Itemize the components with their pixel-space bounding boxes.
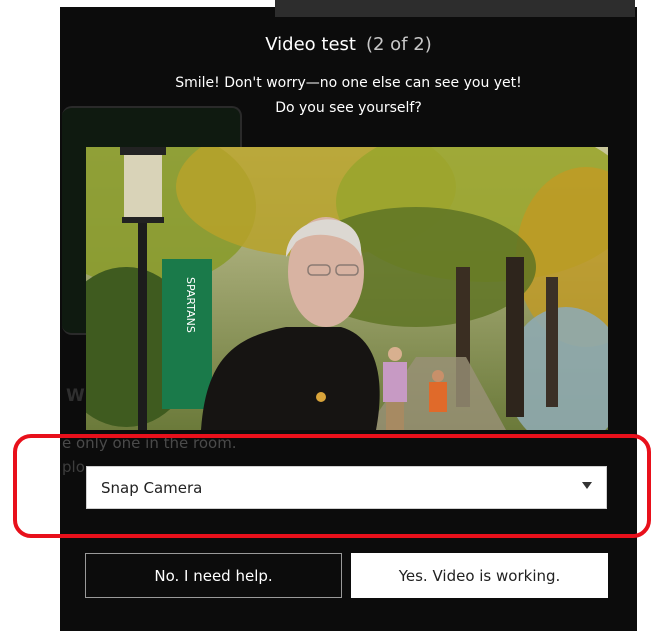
video-working-button[interactable]: Yes. Video is working. [351, 553, 608, 598]
background-text: e only one in the room. [62, 434, 237, 452]
need-help-button[interactable]: No. I need help. [85, 553, 342, 598]
dialog-question: Do you see yourself? [275, 100, 422, 116]
video-frame: SPARTANS [86, 147, 608, 430]
dialog-title: Video test (2 of 2) [60, 34, 637, 55]
camera-select-value: Snap Camera [101, 478, 203, 497]
banner-text: SPARTANS [184, 277, 197, 333]
step-counter: (2 of 2) [365, 34, 432, 55]
camera-select[interactable]: Snap Camera [86, 466, 607, 509]
background-text: plo [62, 458, 85, 476]
background-heading: W [66, 386, 85, 406]
chevron-down-icon[interactable] [582, 482, 592, 489]
top-bar [275, 0, 635, 17]
video-preview: SPARTANS [86, 147, 608, 430]
dialog-subtitle: Smile! Don't worry—no one else can see y… [175, 75, 522, 91]
dialog-title-text: Video test [265, 34, 356, 55]
